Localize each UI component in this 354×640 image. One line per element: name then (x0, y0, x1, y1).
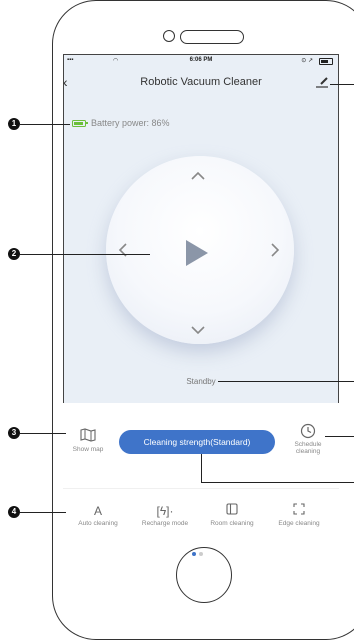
callout-line (325, 436, 354, 437)
callout-number: 4 (8, 506, 20, 518)
divider (63, 488, 339, 489)
mode-label: Recharge mode (141, 520, 189, 527)
callout-number: 3 (8, 427, 20, 439)
edge-cleaning-icon (269, 502, 329, 520)
auto-cleaning-icon: A (93, 504, 102, 518)
callout-line (201, 454, 202, 482)
chevron-down-icon (191, 326, 205, 335)
mode-room-cleaning[interactable]: Room cleaning (202, 502, 262, 527)
callout-line (330, 84, 354, 85)
callout-line (20, 512, 66, 513)
mode-recharge[interactable]: [ϟ]· Recharge mode (135, 502, 195, 527)
down-arrow-button[interactable] (190, 320, 206, 338)
front-camera (163, 30, 175, 42)
battery-icon (72, 119, 88, 127)
chevron-right-icon (271, 243, 280, 257)
room-cleaning-icon (202, 502, 262, 520)
mode-label: Auto cleaning (78, 520, 118, 527)
mode-label: Edge cleaning (278, 520, 320, 527)
up-arrow-button[interactable] (190, 166, 206, 184)
schedule-cleaning-button[interactable]: Schedule cleaning (286, 423, 330, 455)
show-map-button[interactable]: Show map (68, 428, 108, 453)
callout-line (20, 124, 70, 125)
callout-line (218, 381, 354, 382)
recharge-icon: [ϟ]· (156, 504, 174, 518)
status-bar: ▪▪▪ ◠ 6:06 PM ⊙ ↗ (63, 57, 339, 67)
callout-number: 2 (8, 248, 20, 260)
pencil-icon (316, 77, 328, 88)
show-map-label: Show map (72, 446, 104, 453)
map-icon (68, 428, 108, 446)
chevron-up-icon (191, 171, 205, 180)
alarm-icon: ⊙ ↗ (301, 58, 313, 64)
callout-line (20, 254, 150, 255)
clock-icon (286, 423, 330, 441)
edit-button[interactable] (316, 75, 330, 88)
mode-label: Room cleaning (210, 520, 254, 527)
cleaning-strength-button[interactable]: Cleaning strength(Standard) (119, 430, 275, 454)
earpiece-speaker (180, 30, 244, 44)
schedule-cleaning-label: Schedule cleaning (294, 441, 322, 455)
status-time: 6:06 PM (189, 57, 213, 63)
right-arrow-button[interactable] (270, 242, 280, 261)
home-button[interactable] (176, 547, 232, 603)
mode-auto-cleaning[interactable]: A Auto cleaning (68, 502, 128, 527)
callout-line (201, 482, 354, 483)
callout-line (20, 433, 66, 434)
callout-number: 1 (8, 118, 20, 130)
mode-edge-cleaning[interactable]: Edge cleaning (269, 502, 329, 527)
battery-status: Battery power: 86% (72, 118, 170, 128)
left-arrow-button[interactable] (118, 242, 128, 261)
page-title: Robotic Vacuum Cleaner (140, 76, 262, 88)
chevron-left-icon (118, 243, 127, 257)
battery-label: Battery power: 86% (91, 118, 170, 128)
phone-battery-icon (319, 58, 333, 65)
play-icon[interactable] (186, 240, 208, 266)
